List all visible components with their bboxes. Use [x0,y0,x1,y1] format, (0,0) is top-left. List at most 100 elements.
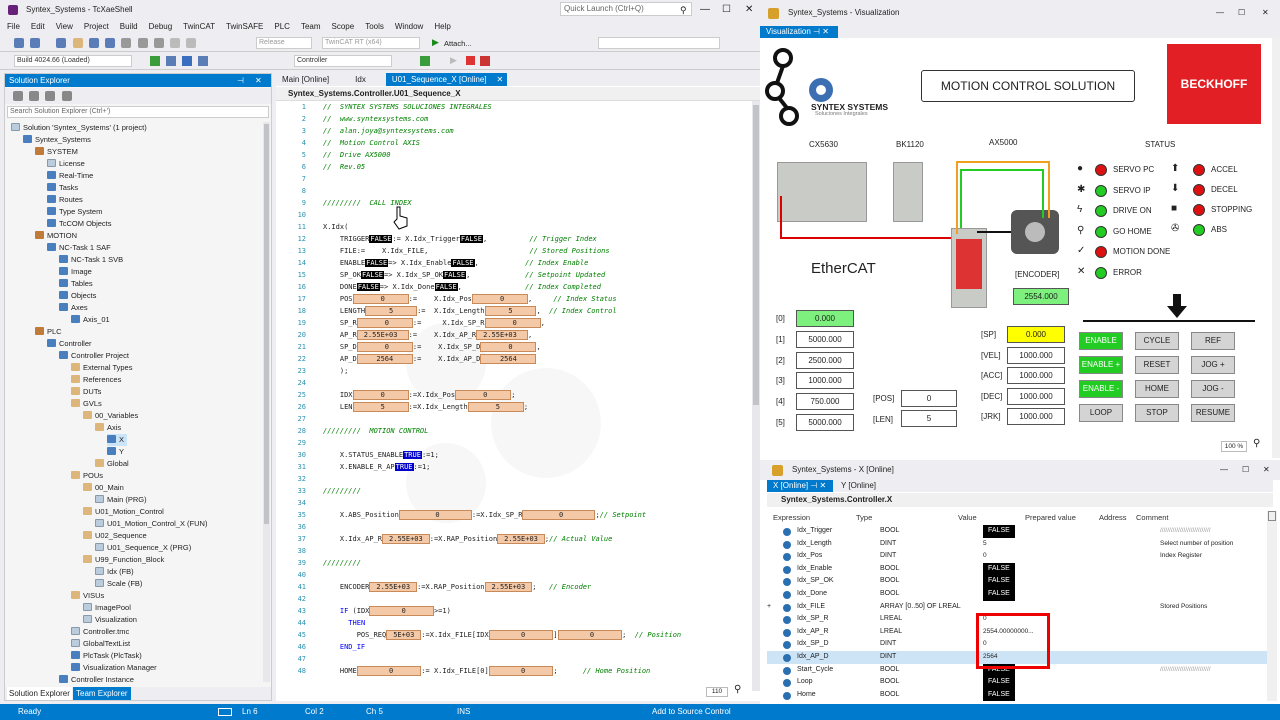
code-line[interactable]: 35 X.ABS_Position 0 :=X.Idx_SP_R 0 ;// S… [276,509,752,521]
tree-node[interactable]: Visualization Manager [71,662,157,674]
tree-node[interactable]: Syntex_Systems [23,134,91,146]
tree-node[interactable]: Controller [47,338,92,350]
code-line[interactable]: 26 LEN 5 :=X.Idx_Length 5 ; [276,401,752,413]
column-header[interactable]: Comment [1136,511,1169,524]
tree-node[interactable]: POUs [71,470,103,482]
hmi-button-enable[interactable]: ENABLE - [1079,380,1123,398]
activate-config-icon[interactable] [150,56,160,66]
tree-node[interactable]: ImagePool [83,602,131,614]
code-line[interactable]: 2 // www.syntexsystems.com [276,113,752,125]
zoom-level[interactable]: 110 [706,687,728,697]
tab-solution-explorer[interactable]: Solution Explorer [7,687,72,700]
tree-node[interactable]: Y [107,446,124,458]
tree-node[interactable]: Image [59,266,92,278]
code-line[interactable]: 45 POS_REQ 5E+03:=X.Idx_FILE[IDX 0 ] 0 ; … [276,629,752,641]
plc-project-select[interactable]: Controller [294,55,392,67]
zoom-icon[interactable]: ⚲ [734,684,741,695]
code-line[interactable]: 47 [276,653,752,665]
position-value-field[interactable]: 0.000 [796,310,854,327]
open-icon[interactable] [72,38,83,48]
menu-item-build[interactable]: Build [120,20,138,34]
watch-maximize-button[interactable]: ☐ [1242,460,1249,480]
tree-node[interactable]: NC-Task 1 SVB [59,254,123,266]
code-line[interactable]: 31 X.ENABLE_R_APTRUE:=1; [276,461,752,473]
code-line[interactable]: 27 [276,413,752,425]
home-icon[interactable] [13,91,23,101]
hmi-button-cycle[interactable]: CYCLE [1135,332,1179,350]
tree-node[interactable]: U01_Motion_Control_X (FUN) [95,518,207,530]
code-line[interactable]: 38 [276,545,752,557]
menu-item-plc[interactable]: PLC [274,20,290,34]
target-combo[interactable] [598,37,720,49]
watch-scrollbar[interactable] [1267,511,1277,701]
redo-icon[interactable] [186,38,197,48]
code-line[interactable]: 36 [276,521,752,533]
position-value-field[interactable]: 750.000 [796,393,854,411]
code-line[interactable]: 28 ///////// MOTION CONTROL [276,425,752,437]
menu-item-twinsafe[interactable]: TwinSAFE [226,20,263,34]
vis-close-button[interactable]: ✕ [1262,0,1269,26]
tree-node[interactable]: U02_Sequence [83,530,147,542]
vis-maximize-button[interactable]: ☐ [1238,0,1245,26]
tree-node[interactable]: References [71,374,121,386]
code-line[interactable]: 42 [276,593,752,605]
tree-node[interactable]: Tables [59,278,93,290]
add-to-source-control[interactable]: Add to Source Control [652,704,731,720]
watch-row[interactable]: Idx_AP_R LREAL 2554.00000000... [767,626,1267,639]
code-line[interactable]: 24 [276,377,752,389]
save-all-icon[interactable] [105,38,116,48]
tree-node[interactable]: PlcTask (PlcTask) [71,650,142,662]
refresh-icon[interactable] [29,91,40,101]
len-value[interactable]: 5 [901,410,957,427]
position-value-field[interactable]: 5000.000 [796,414,854,431]
back-icon[interactable] [14,38,24,48]
code-line[interactable]: 8 [276,185,752,197]
code-line[interactable]: 19 SP_R 0 := X.Idx_SP_R 0 , [276,317,752,329]
tab-idx[interactable]: Idx [349,73,372,86]
watch-row[interactable]: Start_Cycle BOOL FALSE ////////////////////… [767,663,1267,677]
collapse-all-icon[interactable] [45,91,56,101]
paste-icon[interactable] [153,38,164,48]
tree-node[interactable]: TcCOM Objects [47,218,112,230]
login-icon[interactable] [420,56,430,66]
code-line[interactable]: 9///////// CALL INDEX [276,197,752,209]
code-line[interactable]: 23 ); [276,365,752,377]
solution-search-input[interactable]: Search Solution Explorer (Ctrl+') [7,106,269,118]
stop-plc-icon[interactable] [466,56,475,65]
code-line[interactable]: 5 // Drive AX5000 [276,149,752,161]
code-line[interactable]: 12 TRIGGERFALSE:= X.Idx_TriggerFALSE, //… [276,233,752,245]
tree-node[interactable]: Axis [95,422,121,434]
tree-node[interactable]: MOTION [35,230,77,242]
column-header[interactable]: Prepared value [1025,511,1076,524]
tree-node[interactable]: NC-Task 1 SAF [47,242,111,254]
code-line[interactable]: 20 AP_R 2.55E+03 := X.Idx_AP_R 2.55E+03 , [276,329,752,341]
tab-close-icon[interactable]: ✕ [492,73,508,86]
pin-icon[interactable]: ⊣ [237,74,244,87]
hmi-button-loop[interactable]: LOOP [1079,404,1123,422]
watch-row[interactable]: Idx_Length DINT 5 Select number of position [767,538,1267,551]
tab-main-online[interactable]: Main [Online] [276,73,335,86]
watch-row[interactable]: Home BOOL FALSE [767,688,1267,702]
close-panel-icon[interactable]: ✕ [255,74,262,87]
search-icon[interactable]: ⚲ [680,0,687,20]
quick-launch-input[interactable]: Quick Launch (Ctrl+Q) [560,2,692,16]
cut-icon[interactable] [121,38,132,48]
code-line[interactable]: 32 [276,473,752,485]
watch-row[interactable]: Loop BOOL FALSE [767,676,1267,689]
maximize-button[interactable]: ☐ [722,0,731,20]
tree-node[interactable]: Solution 'Syntex_Systems' (1 project) [11,122,147,134]
tree-node[interactable]: Objects [59,290,96,302]
hmi-button-stop[interactable]: STOP [1135,404,1179,422]
code-line[interactable]: 15 SP_OKFALSE=> X.Idx_SP_OKFALSE, // Set… [276,269,752,281]
tab-x-online[interactable]: X [Online] ⊣ ✕ [767,480,833,492]
hmi-button-ref[interactable]: REF [1191,332,1235,350]
close-button[interactable]: ✕ [745,0,753,20]
hmi-button-home[interactable]: HOME [1135,380,1179,398]
tree-node[interactable]: Controller Project [59,350,129,362]
position-value-field[interactable]: 2500.000 [796,351,854,369]
tree-node[interactable]: DUTs [71,386,101,398]
watch-row[interactable]: + Idx_FILE ARRAY [0..50] OF LREAL Stored Po… [767,601,1267,614]
code-line[interactable]: 37 X.Idx_AP_R 2.55E+03:=X.RAP_Position 2.5… [276,533,752,545]
tree-node[interactable]: U01_Sequence_X (PRG) [95,542,191,554]
code-line[interactable]: 7 [276,173,752,185]
